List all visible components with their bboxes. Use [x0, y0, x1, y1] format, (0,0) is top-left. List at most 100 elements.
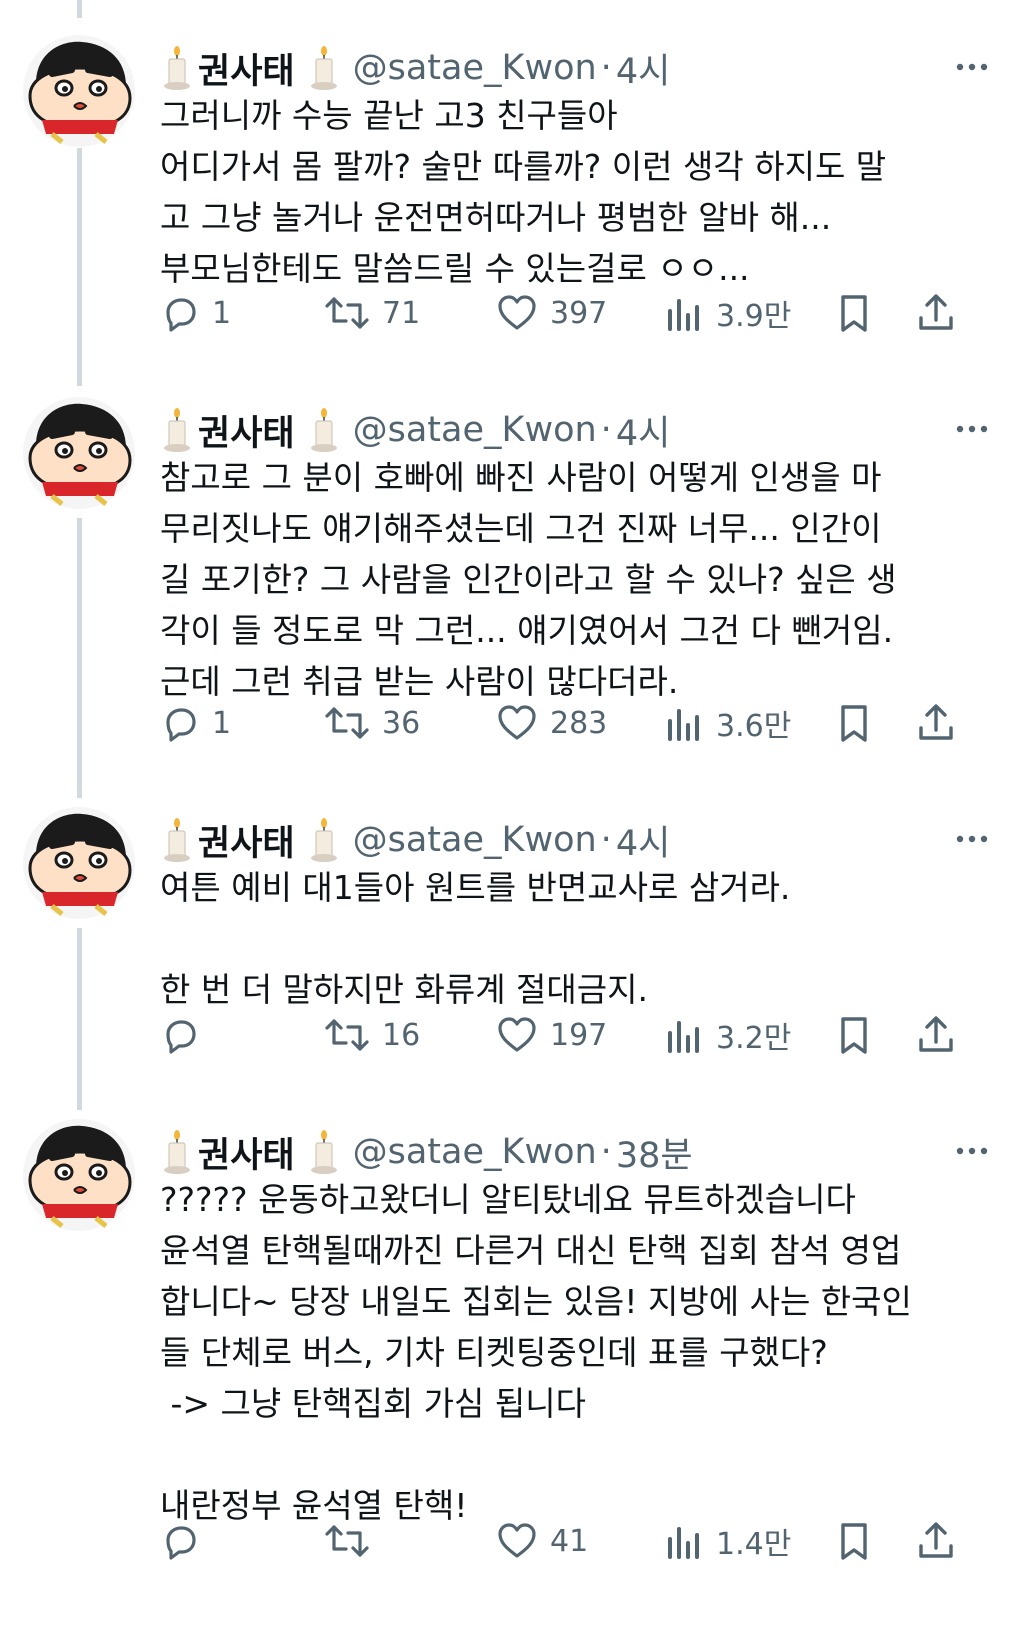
views-button[interactable]: 3.2만: [666, 1010, 791, 1060]
more-icon[interactable]: [952, 824, 992, 854]
share-icon: [916, 1520, 956, 1562]
reply-button[interactable]: 1: [160, 288, 231, 338]
retweet-count: 16: [382, 1017, 421, 1053]
retweet-count: 36: [382, 705, 421, 741]
thread-line: [77, 518, 82, 798]
views-button[interactable]: 3.9만: [666, 288, 791, 338]
user-handle[interactable]: @satae_Kwon: [353, 820, 597, 860]
action-bar: 1 36 283 3.6만: [160, 698, 1000, 748]
thread-line: [77, 148, 82, 386]
timestamp[interactable]: 4시: [616, 405, 670, 456]
reply-button[interactable]: 1: [160, 698, 231, 748]
views-icon: [666, 293, 704, 333]
like-button[interactable]: 397: [496, 288, 607, 338]
tweet-header: 권사태 @satae_Kwon · 4시: [162, 402, 670, 458]
views-icon: [666, 703, 704, 743]
candle-emoji-icon: [162, 817, 192, 863]
bookmark-button[interactable]: [836, 1516, 872, 1566]
candle-emoji-icon: [309, 817, 339, 863]
retweet-icon: [324, 293, 370, 333]
avatar[interactable]: [22, 34, 136, 148]
candle-emoji-icon: [162, 45, 192, 91]
timestamp[interactable]: 4시: [616, 815, 670, 866]
candle-emoji-icon: [309, 45, 339, 91]
reply-button[interactable]: [160, 1516, 212, 1566]
like-count: 283: [550, 705, 608, 741]
retweet-button[interactable]: 71: [324, 288, 420, 338]
retweet-icon: [324, 703, 370, 743]
bookmark-button[interactable]: [836, 698, 872, 748]
more-icon[interactable]: [952, 52, 992, 82]
tweet-header: 권사태 @satae_Kwon · 4시: [162, 812, 670, 868]
views-button[interactable]: 1.4만: [666, 1516, 791, 1566]
timestamp[interactable]: 4시: [616, 43, 670, 94]
share-button[interactable]: [916, 288, 956, 338]
views-icon: [666, 1015, 704, 1055]
share-icon: [916, 292, 956, 334]
share-button[interactable]: [916, 1010, 956, 1060]
separator-dot: ·: [600, 1132, 612, 1172]
like-count: 397: [550, 295, 608, 331]
bookmark-icon: [836, 702, 872, 744]
views-icon: [666, 1521, 704, 1561]
like-count: 41: [550, 1523, 589, 1559]
tweet-text: 그러니까 수능 끝난 고3 친구들아 어디가서 몸 팔까? 술만 따를까? 이런…: [160, 96, 887, 288]
action-bar: 41 1.4만: [160, 1516, 1000, 1566]
heart-icon: [496, 293, 538, 333]
share-button[interactable]: [916, 1516, 956, 1566]
view-count: 3.9만: [716, 299, 792, 334]
view-count: 3.6만: [716, 709, 792, 744]
timestamp[interactable]: 38분: [616, 1127, 693, 1178]
like-button[interactable]: 41: [496, 1516, 588, 1566]
reply-icon: [160, 703, 200, 743]
display-name[interactable]: 권사태: [198, 405, 295, 456]
like-button[interactable]: 283: [496, 698, 607, 748]
bookmark-button[interactable]: [836, 288, 872, 338]
retweet-count: 71: [382, 295, 421, 331]
retweet-button[interactable]: 16: [324, 1010, 420, 1060]
reply-icon: [160, 1015, 200, 1055]
share-button[interactable]: [916, 698, 956, 748]
avatar[interactable]: [22, 1118, 136, 1232]
view-count: 1.4만: [716, 1527, 792, 1562]
retweet-icon: [324, 1521, 370, 1561]
display-name[interactable]: 권사태: [198, 43, 295, 94]
avatar[interactable]: [22, 806, 136, 920]
display-name[interactable]: 권사태: [198, 1127, 295, 1178]
candle-emoji-icon: [309, 407, 339, 453]
views-button[interactable]: 3.6만: [666, 698, 791, 748]
reply-count: 1: [212, 295, 232, 331]
reply-button[interactable]: [160, 1010, 212, 1060]
retweet-button[interactable]: 36: [324, 698, 420, 748]
retweet-icon: [324, 1015, 370, 1055]
bookmark-button[interactable]: [836, 1010, 872, 1060]
reply-count: 1: [212, 705, 232, 741]
more-icon[interactable]: [952, 414, 992, 444]
candle-emoji-icon: [162, 1129, 192, 1175]
like-count: 197: [550, 1017, 608, 1053]
candle-emoji-icon: [309, 1129, 339, 1175]
heart-icon: [496, 1015, 538, 1055]
tweet-text: 참고로 그 분이 호빠에 빠진 사람이 어떻게 인생을 마 무리짓나도 얘기해주…: [160, 458, 897, 701]
tweet-text: ????? 운동하고왔더니 알티탔네요 뮤트하겠습니다 윤석열 탄핵될때까진 다…: [160, 1180, 912, 1525]
separator-dot: ·: [600, 410, 612, 450]
share-icon: [916, 702, 956, 744]
bookmark-icon: [836, 1520, 872, 1562]
bookmark-icon: [836, 292, 872, 334]
view-count: 3.2만: [716, 1021, 792, 1056]
avatar[interactable]: [22, 396, 136, 510]
action-bar: 16 197 3.2만: [160, 1010, 1000, 1060]
retweet-button[interactable]: [324, 1516, 382, 1566]
user-handle[interactable]: @satae_Kwon: [353, 48, 597, 88]
share-icon: [916, 1014, 956, 1056]
user-handle[interactable]: @satae_Kwon: [353, 1132, 597, 1172]
display-name[interactable]: 권사태: [198, 815, 295, 866]
separator-dot: ·: [600, 48, 612, 88]
tweet-header: 권사태 @satae_Kwon · 38분: [162, 1124, 693, 1180]
like-button[interactable]: 197: [496, 1010, 607, 1060]
heart-icon: [496, 703, 538, 743]
separator-dot: ·: [600, 820, 612, 860]
more-icon[interactable]: [952, 1136, 992, 1166]
user-handle[interactable]: @satae_Kwon: [353, 410, 597, 450]
thread-line: [77, 928, 82, 1110]
